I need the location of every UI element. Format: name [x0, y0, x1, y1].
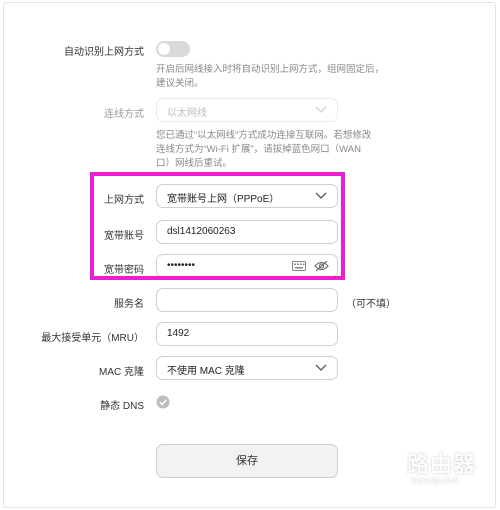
mru-value: 1492 — [167, 328, 190, 339]
service-name-input[interactable] — [156, 288, 338, 312]
chevron-down-icon — [315, 106, 327, 113]
static-dns-label: 静态 DNS — [100, 401, 144, 412]
connection-hint-line2: 连线方式为“Wi-Fi 扩展”，请拔掉蓝色网口（WAN — [156, 144, 361, 155]
mac-clone-value: 不使用 MAC 克隆 — [167, 366, 245, 377]
chevron-down-icon — [315, 192, 327, 199]
mru-input[interactable]: 1492 — [156, 322, 338, 346]
broadband-password-input[interactable]: •••••••• — [156, 254, 338, 278]
auto-detect-hint-line1: 开启后网线接入时将自动识别上网方式，组网固定后， — [156, 64, 385, 75]
broadband-password-value: •••••••• — [167, 260, 196, 271]
mac-clone-label: MAC 克隆 — [99, 367, 144, 378]
connection-hint-line1: 您已通过“以太网线”方式成功连接互联网。若想修改 — [156, 130, 372, 141]
connection-method-value: 以太网线 — [167, 108, 207, 119]
service-name-optional: （可不填） — [346, 299, 396, 310]
hide-password-icon[interactable] — [314, 260, 329, 272]
connection-method-select: 以太网线 — [156, 98, 338, 122]
toggle-knob — [158, 43, 170, 55]
broadband-password-label: 宽带密码 — [104, 265, 144, 276]
connection-method-hint: 您已通过“以太网线”方式成功连接互联网。若想修改 连线方式为“Wi-Fi 扩展”… — [156, 129, 371, 171]
auto-detect-label: 自动识别上网方式 — [64, 47, 144, 58]
broadband-account-value: dsl1412060263 — [167, 226, 236, 237]
auto-detect-hint-line2: 建议关闭。 — [156, 78, 204, 89]
service-name-label: 服务名 — [114, 299, 144, 310]
static-dns-checkbox[interactable] — [156, 395, 170, 409]
broadband-account-label: 宽带账号 — [104, 231, 144, 242]
internet-method-label: 上网方式 — [104, 195, 144, 206]
internet-method-value: 宽带账号上网（PPPoE） — [167, 194, 280, 205]
broadband-account-input[interactable]: dsl1412060263 — [156, 220, 338, 244]
settings-panel: 自动识别上网方式 开启后网线接入时将自动识别上网方式，组网固定后， 建议关闭。 … — [3, 2, 496, 508]
auto-detect-hint: 开启后网线接入时将自动识别上网方式，组网固定后， 建议关闭。 — [156, 63, 384, 91]
mru-label: 最大接受单元（MRU） — [41, 333, 144, 344]
chevron-down-icon — [315, 364, 327, 371]
internet-method-select[interactable]: 宽带账号上网（PPPoE） — [156, 184, 338, 208]
connection-method-label: 连线方式 — [104, 109, 144, 120]
mac-clone-select[interactable]: 不使用 MAC 克隆 — [156, 356, 338, 380]
auto-detect-toggle[interactable] — [156, 41, 190, 57]
save-button[interactable]: 保存 — [156, 444, 338, 478]
keyboard-icon[interactable] — [292, 261, 306, 271]
connection-hint-line3: 口）网线后重试。 — [156, 158, 233, 169]
